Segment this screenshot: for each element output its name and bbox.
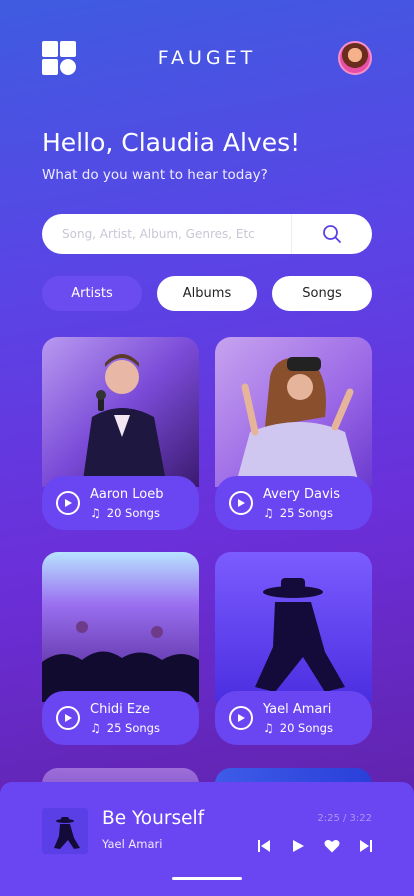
song-count: 20 Songs	[106, 505, 160, 520]
now-playing-artist: Yael Amari	[102, 837, 163, 851]
play-button[interactable]	[229, 706, 253, 730]
artist-card-info: Chidi Eze ♫ 25 Songs	[42, 691, 199, 745]
next-icon	[360, 840, 372, 852]
artist-card[interactable]: Chidi Eze ♫ 25 Songs	[42, 552, 199, 745]
song-count: 25 Songs	[279, 505, 333, 520]
artist-name: Avery Davis	[263, 486, 341, 502]
previous-icon	[258, 840, 270, 852]
playback-controls	[256, 838, 374, 854]
next-button[interactable]	[358, 838, 374, 854]
artist-card-info: Aaron Loeb ♫ 20 Songs	[42, 476, 199, 530]
artist-name: Chidi Eze	[90, 701, 150, 717]
artist-card-info: Avery Davis ♫ 25 Songs	[215, 476, 372, 530]
music-note-icon: ♫	[90, 505, 101, 520]
search-bar	[42, 214, 372, 254]
music-note-icon: ♫	[263, 720, 274, 735]
heart-icon	[324, 839, 340, 853]
now-playing-title: Be Yourself	[102, 808, 205, 829]
tab-songs[interactable]: Songs	[272, 276, 372, 311]
greeting-title: Hello, Claudia Alves!	[42, 128, 301, 157]
play-icon	[65, 714, 72, 722]
playback-time: 2:25 / 3:22	[317, 813, 372, 824]
search-button[interactable]	[292, 214, 372, 254]
artist-photo	[42, 337, 199, 487]
artist-card[interactable]: Avery Davis ♫ 25 Songs	[215, 337, 372, 530]
brand-title: FAUGET	[157, 47, 257, 69]
tab-artists[interactable]: Artists	[42, 276, 142, 311]
song-count: 20 Songs	[279, 720, 333, 735]
music-note-icon: ♫	[90, 720, 101, 735]
header: FAUGET	[42, 40, 372, 76]
play-icon	[238, 714, 245, 722]
category-tabs: Artists Albums Songs	[42, 276, 372, 311]
artist-card[interactable]: Yael Amari ♫ 20 Songs	[215, 552, 372, 745]
artist-card[interactable]: Aaron Loeb ♫ 20 Songs	[42, 337, 199, 530]
play-button[interactable]	[56, 706, 80, 730]
artist-card-info: Yael Amari ♫ 20 Songs	[215, 691, 372, 745]
play-button[interactable]	[56, 491, 80, 515]
search-icon	[323, 225, 341, 243]
home-indicator	[172, 877, 242, 880]
greeting-subtitle: What do you want to hear today?	[42, 167, 268, 183]
play-button[interactable]	[290, 838, 306, 854]
play-icon	[238, 499, 245, 507]
play-button[interactable]	[229, 491, 253, 515]
artist-photo	[42, 552, 199, 702]
app-grid-icon[interactable]	[42, 41, 76, 75]
artist-photo	[215, 552, 372, 702]
album-art	[42, 808, 88, 854]
play-icon	[65, 499, 72, 507]
avatar[interactable]	[338, 41, 372, 75]
like-button[interactable]	[324, 838, 340, 854]
search-input[interactable]	[42, 214, 291, 254]
play-icon	[293, 840, 304, 852]
now-playing-bar[interactable]: Be Yourself Yael Amari 2:25 / 3:22	[0, 782, 414, 896]
artist-name: Aaron Loeb	[90, 486, 164, 502]
artist-name: Yael Amari	[263, 701, 332, 717]
song-count: 25 Songs	[106, 720, 160, 735]
tab-albums[interactable]: Albums	[157, 276, 257, 311]
previous-button[interactable]	[256, 838, 272, 854]
music-note-icon: ♫	[263, 505, 274, 520]
artist-photo	[215, 337, 372, 487]
